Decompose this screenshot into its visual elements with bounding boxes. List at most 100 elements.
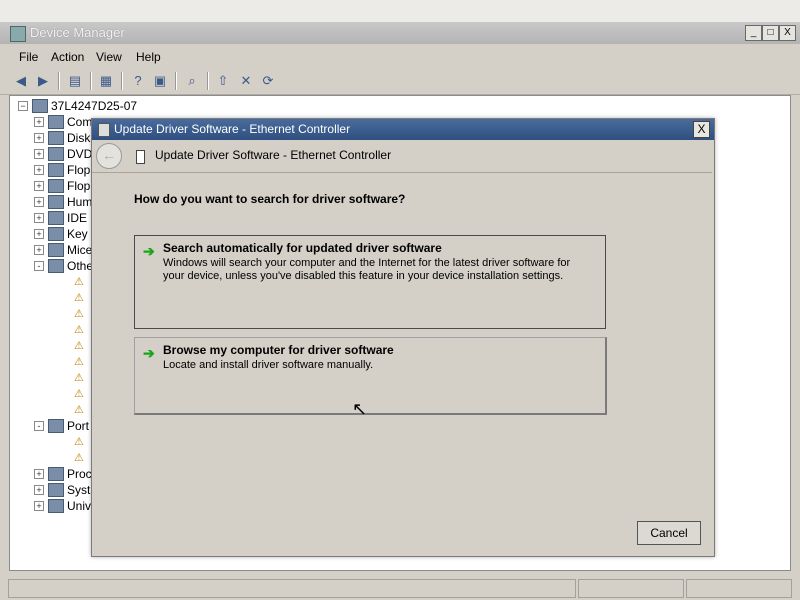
window-titlebar[interactable]: Device Manager _ □ X — [0, 22, 800, 44]
tree-child-device[interactable]: ⚠ — [68, 354, 86, 370]
dialog-close-button[interactable]: X — [693, 121, 710, 138]
tree-item-label: Flop — [67, 163, 91, 177]
tree-category[interactable]: + Syst — [34, 482, 90, 498]
tree-child-device[interactable]: ⚠ — [68, 434, 86, 450]
tree-category[interactable]: + Disk — [34, 130, 90, 146]
tree-category[interactable]: + Hum — [34, 194, 92, 210]
tree-category[interactable]: - Othe — [34, 258, 93, 274]
toolbar-separator — [175, 72, 177, 90]
unknown-device-warning-icon: ⚠ — [74, 292, 84, 304]
tree-child-device[interactable]: ⚠ — [68, 290, 86, 306]
tree-root-label: 37L4247D25-07 — [51, 99, 138, 113]
tree-category[interactable]: + Proc — [34, 466, 92, 482]
toolbar-separator — [207, 72, 209, 90]
device-category-icon — [48, 115, 64, 129]
toolbar-separator — [90, 72, 92, 90]
minimize-button[interactable]: _ — [745, 25, 762, 41]
tree-category[interactable]: + DVD — [34, 146, 92, 162]
device-category-icon — [48, 483, 64, 497]
menu-help[interactable]: Help — [136, 50, 161, 64]
dialog-titlebar[interactable]: Update Driver Software - Ethernet Contro… — [92, 119, 714, 140]
tree-child-device[interactable]: ⚠ — [68, 370, 86, 386]
collapse-icon[interactable]: - — [34, 421, 44, 431]
device-manager-icon — [10, 26, 26, 42]
device-category-icon — [48, 131, 64, 145]
expand-icon[interactable]: + — [34, 245, 44, 255]
device-category-icon — [48, 499, 64, 513]
search-automatically-option[interactable]: ➔ Search automatically for updated drive… — [134, 235, 606, 329]
option-description: Windows will search your computer and th… — [163, 257, 571, 282]
expand-icon[interactable]: + — [34, 213, 44, 223]
tree-child-device[interactable]: ⚠ — [68, 386, 86, 402]
expand-icon[interactable]: + — [34, 197, 44, 207]
tree-item-label: Univ — [67, 499, 92, 513]
tree-category[interactable]: - Port — [34, 418, 89, 434]
tree-child-device[interactable]: ⚠ — [68, 274, 86, 290]
close-button[interactable]: X — [779, 25, 796, 41]
device-category-icon — [48, 243, 64, 257]
scan-icon[interactable]: ⌕ — [183, 72, 201, 90]
up-icon[interactable]: ▤ — [66, 72, 84, 90]
tree-item-label: Proc — [67, 467, 92, 481]
collapse-icon[interactable]: - — [34, 261, 44, 271]
enable-icon[interactable]: ⟳ — [259, 72, 277, 90]
tree-child-device[interactable]: ⚠ — [68, 402, 86, 418]
expand-icon[interactable]: + — [34, 229, 44, 239]
cancel-button[interactable]: Cancel — [637, 521, 701, 545]
back-icon[interactable]: ◀ — [12, 72, 30, 90]
status-bar — [0, 576, 800, 600]
unknown-device-warning-icon: ⚠ — [74, 372, 84, 384]
tree-child-device[interactable]: ⚠ — [68, 450, 86, 466]
view-icon[interactable]: ▣ — [151, 72, 169, 90]
maximize-button[interactable]: □ — [762, 25, 779, 41]
tree-item-label: Syst — [67, 483, 91, 497]
tree-child-device[interactable]: ⚠ — [68, 338, 86, 354]
expand-icon[interactable]: + — [34, 501, 44, 511]
tree-item-label: Mice — [67, 243, 93, 257]
device-category-icon — [48, 211, 64, 225]
tree-item-label: Port — [67, 419, 90, 433]
collapse-icon[interactable]: − — [18, 101, 28, 111]
browse-computer-option[interactable]: ➔ Browse my computer for driver software… — [134, 337, 607, 415]
status-cell — [8, 579, 576, 598]
option-title: Browse my computer for driver software — [163, 343, 394, 357]
toolbar-separator — [58, 72, 60, 90]
mouse-cursor-icon: ↖ — [352, 399, 368, 419]
expand-icon[interactable]: + — [34, 149, 44, 159]
uninstall-icon[interactable]: ✕ — [237, 72, 255, 90]
tree-category[interactable]: + IDE — [34, 210, 87, 226]
update-driver-icon[interactable]: ⇧ — [214, 72, 232, 90]
expand-icon[interactable]: + — [34, 133, 44, 143]
expand-icon[interactable]: + — [34, 117, 44, 127]
tree-child-device[interactable]: ⚠ — [68, 322, 86, 338]
tree-category[interactable]: + Univ — [34, 498, 91, 514]
network-adapter-icon — [136, 150, 145, 164]
menu-view[interactable]: View — [96, 50, 122, 64]
properties-icon[interactable]: ▦ — [97, 72, 115, 90]
tree-category[interactable]: + Com — [34, 114, 92, 130]
tree-item-label: Flop — [67, 179, 91, 193]
menu-action[interactable]: Action — [51, 50, 84, 64]
tree-item-label: DVD — [67, 147, 93, 161]
help-icon[interactable]: ? — [129, 72, 147, 90]
tree-category[interactable]: + Flop — [34, 162, 90, 178]
tree-root[interactable]: − 37L4247D25-07 — [18, 98, 137, 114]
expand-icon[interactable]: + — [34, 485, 44, 495]
tree-item-label: IDE — [67, 211, 88, 225]
forward-icon[interactable]: ▶ — [34, 72, 52, 90]
back-arrow-icon[interactable]: ← — [96, 143, 122, 169]
tree-category[interactable]: + Flop — [34, 178, 90, 194]
green-arrow-icon: ➔ — [143, 345, 155, 361]
window-title: Device Manager — [30, 25, 125, 40]
expand-icon[interactable]: + — [34, 469, 44, 479]
expand-icon[interactable]: + — [34, 181, 44, 191]
toolbar: ◀ ▶ ▤ ▦ ? ▣ ⌕ ⇧ ✕ ⟳ — [0, 68, 800, 95]
tree-category[interactable]: + Key — [34, 226, 88, 242]
unknown-device-warning-icon: ⚠ — [74, 452, 84, 464]
tree-child-device[interactable]: ⚠ — [68, 306, 86, 322]
menu-file[interactable]: File — [19, 50, 38, 64]
tree-category[interactable]: + Mice — [34, 242, 92, 258]
tree-item-label: Othe — [67, 259, 94, 273]
expand-icon[interactable]: + — [34, 165, 44, 175]
option-description: Locate and install driver software manua… — [163, 359, 374, 371]
